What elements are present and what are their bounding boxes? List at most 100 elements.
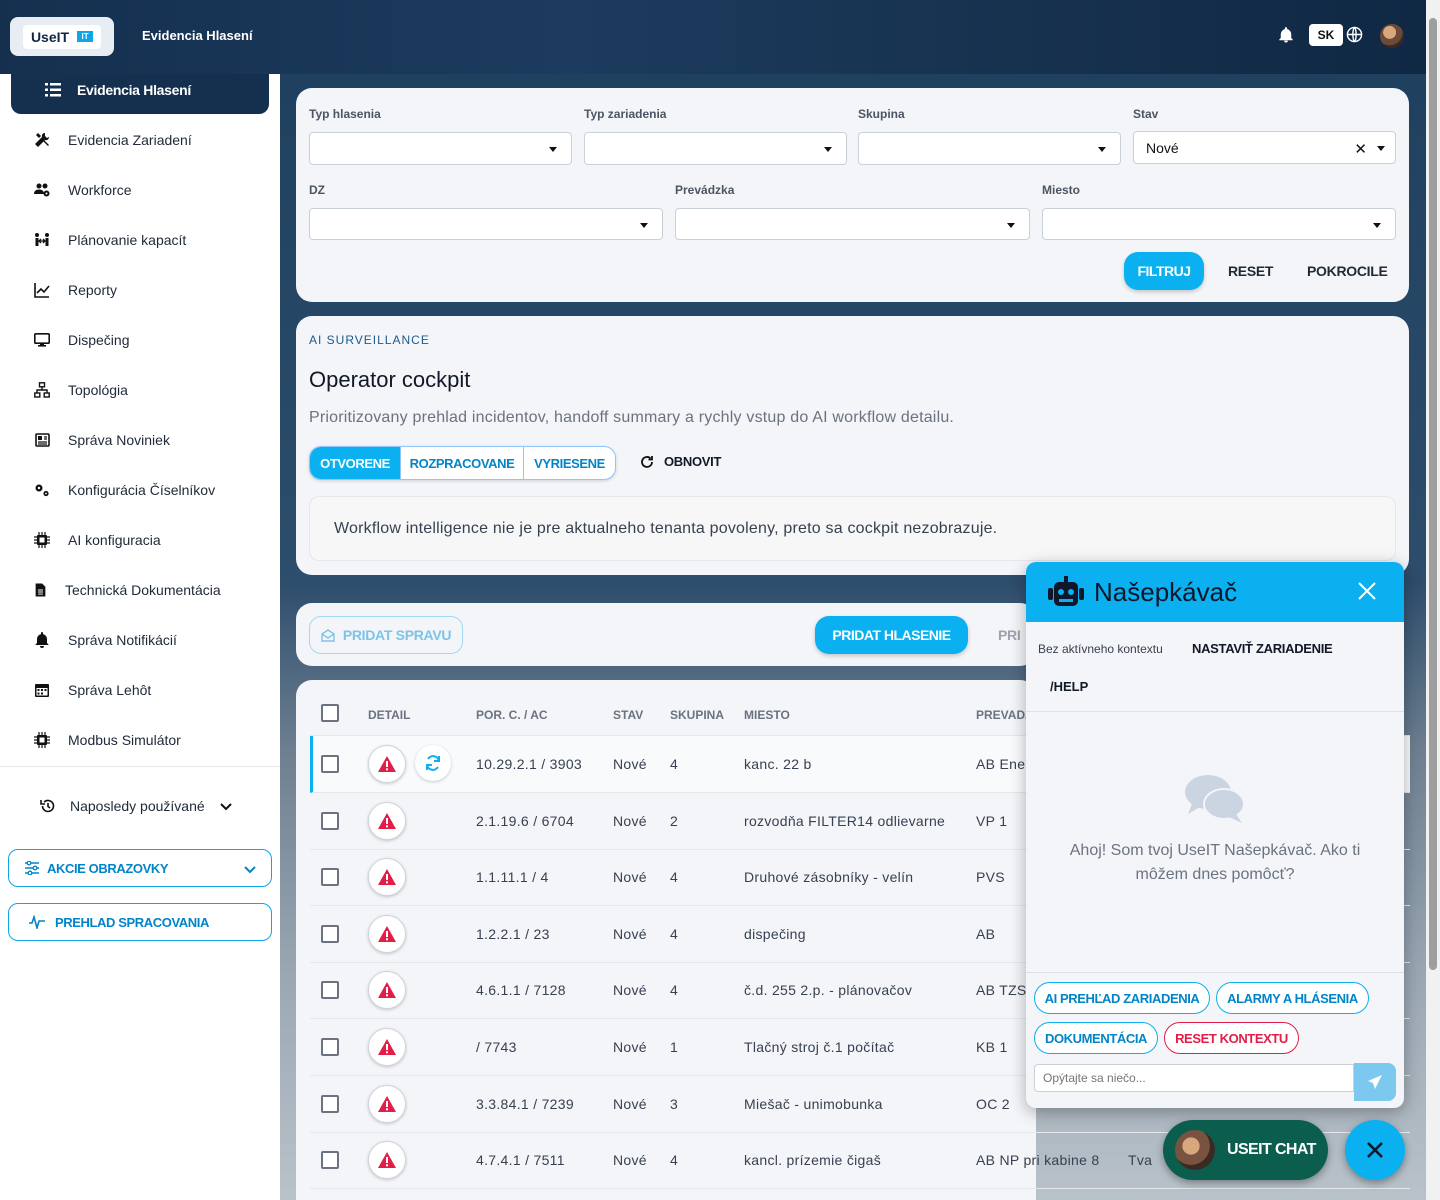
cell-miesto: rozvodňa FILTER14 odlievarne bbox=[744, 813, 946, 829]
prevadzka-select[interactable] bbox=[675, 208, 1030, 240]
row-checkbox[interactable] bbox=[321, 868, 339, 886]
detail-button[interactable] bbox=[368, 1141, 406, 1179]
sidebar-item-sprava-lehot[interactable]: Správa Lehôt bbox=[34, 678, 151, 702]
recent-toggle[interactable]: Naposledy používané bbox=[40, 798, 233, 814]
row-checkbox[interactable] bbox=[321, 1151, 339, 1169]
close-icon bbox=[1367, 1142, 1383, 1158]
filter-button[interactable]: FILTRUJ bbox=[1124, 252, 1204, 290]
col-stav[interactable]: STAV bbox=[613, 708, 643, 722]
col-prevadzka[interactable]: PREVADZ bbox=[976, 708, 1032, 722]
miesto-select[interactable] bbox=[1042, 208, 1396, 240]
globe-icon[interactable] bbox=[1346, 26, 1363, 43]
sync-button[interactable] bbox=[415, 745, 451, 781]
typ-zariadenia-select[interactable] bbox=[584, 132, 847, 165]
add-report-button[interactable]: PRIDAT HLASENIE bbox=[815, 616, 968, 654]
sidebar-item-evidencia-zariadeni[interactable]: Evidencia Zariadení bbox=[34, 128, 192, 152]
chat-close-fab[interactable] bbox=[1345, 1120, 1405, 1180]
sidebar-item-label: Evidencia Zariadení bbox=[68, 132, 192, 148]
truncated-button[interactable]: PRI bbox=[998, 627, 1021, 643]
skupina-select[interactable] bbox=[858, 132, 1121, 165]
sidebar-item-label: Správa Notifikácií bbox=[68, 632, 177, 648]
detail-button[interactable] bbox=[368, 915, 406, 953]
help-command[interactable]: /HELP bbox=[1050, 679, 1088, 694]
detail-button[interactable] bbox=[368, 745, 406, 783]
language-switch[interactable]: SK bbox=[1309, 24, 1343, 46]
cell-stav: Nové bbox=[613, 926, 647, 942]
advanced-button[interactable]: POKROCILE bbox=[1307, 263, 1388, 279]
sidebar-item-reporty[interactable]: Reporty bbox=[34, 278, 117, 302]
detail-button[interactable] bbox=[368, 1085, 406, 1123]
notifications-bell-icon[interactable] bbox=[1277, 26, 1295, 44]
page-scrollbar[interactable] bbox=[1426, 0, 1440, 1200]
sidebar: Evidencia Hlasení Evidencia Zariadení Wo… bbox=[0, 74, 280, 1200]
sidebar-item-modbus-simulator[interactable]: Modbus Simulátor bbox=[34, 728, 181, 752]
processing-overview-button[interactable]: PREHLAD SPRACOVANIA bbox=[8, 903, 272, 941]
user-avatar[interactable] bbox=[1380, 24, 1404, 48]
set-device-button[interactable]: NASTAVIŤ ZARIADENIE bbox=[1192, 641, 1333, 656]
cell-prevadzka: AB Ene bbox=[976, 756, 1026, 772]
add-message-button[interactable]: PRIDAT SPRAVU bbox=[309, 616, 463, 654]
send-button[interactable] bbox=[1354, 1063, 1396, 1101]
cogs-icon bbox=[35, 484, 49, 497]
logo-badge: IT bbox=[77, 31, 94, 42]
tab-vyriesene[interactable]: VYRIESENE bbox=[524, 447, 615, 479]
row-checkbox[interactable] bbox=[321, 1038, 339, 1056]
cell-miesto: Druhové zásobníky - velín bbox=[744, 869, 914, 885]
row-checkbox[interactable] bbox=[321, 981, 339, 999]
cell-por-ac: 4.6.1.1 / 7128 bbox=[476, 982, 566, 998]
sidebar-item-topologia[interactable]: Topológia bbox=[34, 378, 128, 402]
clear-icon[interactable]: ✕ bbox=[1354, 140, 1367, 158]
sync-icon bbox=[426, 755, 440, 771]
chat-input[interactable] bbox=[1034, 1064, 1354, 1092]
row-checkbox[interactable] bbox=[321, 755, 339, 773]
useit-chat-launcher[interactable]: USEIT CHAT bbox=[1163, 1120, 1328, 1180]
tab-otvorene[interactable]: OTVORENE bbox=[310, 447, 401, 479]
detail-button[interactable] bbox=[368, 802, 406, 840]
sidebar-item-sprava-notifikacii[interactable]: Správa Notifikácií bbox=[34, 628, 177, 652]
warning-icon bbox=[378, 869, 396, 885]
dz-select[interactable] bbox=[309, 208, 663, 240]
logo[interactable]: UseIT IT bbox=[10, 17, 114, 56]
screen-actions-button[interactable]: AKCIE OBRAZOVKY bbox=[8, 849, 272, 887]
sidebar-item-dispecing[interactable]: Dispečing bbox=[34, 328, 129, 352]
col-skupina[interactable]: SKUPINA bbox=[670, 708, 724, 722]
detail-button[interactable] bbox=[368, 1028, 406, 1066]
close-icon[interactable] bbox=[1356, 580, 1378, 602]
chip-documentation[interactable]: DOKUMENTÁCIA bbox=[1034, 1022, 1158, 1054]
row-checkbox[interactable] bbox=[321, 1095, 339, 1113]
detail-button[interactable] bbox=[368, 858, 406, 896]
typ-hlasenia-select[interactable] bbox=[309, 132, 572, 165]
sidebar-item-label: Technická Dokumentácia bbox=[65, 582, 221, 598]
scroll-thumb[interactable] bbox=[1429, 18, 1437, 970]
tab-rozpracovane[interactable]: ROZPRACOVANE bbox=[401, 447, 524, 479]
col-detail[interactable]: DETAIL bbox=[368, 708, 410, 722]
chip-reset-context[interactable]: RESET KONTEXTU bbox=[1164, 1022, 1299, 1054]
sidebar-item-sprava-noviniek[interactable]: Správa Noviniek bbox=[34, 428, 170, 452]
processing-overview-label: PREHLAD SPRACOVANIA bbox=[55, 914, 209, 930]
sidebar-item-technicka-dokumentacia[interactable]: Technická Dokumentácia bbox=[34, 578, 221, 602]
dz-label: DZ bbox=[309, 183, 325, 197]
col-por-ac[interactable]: POR. C. / AC bbox=[476, 708, 548, 722]
col-miesto[interactable]: MIESTO bbox=[744, 708, 790, 722]
chat-divider bbox=[1026, 972, 1404, 973]
chip-alarms-reports[interactable]: ALARMY A HLÁSENIA bbox=[1216, 982, 1369, 1014]
cell-stav: Nové bbox=[613, 1096, 647, 1112]
reset-button[interactable]: RESET bbox=[1228, 263, 1273, 279]
select-all-checkbox[interactable] bbox=[321, 704, 339, 722]
chevron-down-icon bbox=[219, 803, 232, 811]
cell-stav: Nové bbox=[613, 869, 647, 885]
sidebar-item-konfiguracia-ciselnikov[interactable]: Konfigurácia Číselníkov bbox=[34, 478, 215, 502]
chat-title: Našepkávač bbox=[1094, 577, 1238, 607]
sidebar-item-planovanie-kapacit[interactable]: Plánovanie kapacít bbox=[34, 228, 186, 252]
stav-select[interactable]: Nové ✕ bbox=[1133, 131, 1396, 164]
row-checkbox[interactable] bbox=[321, 812, 339, 830]
refresh-button[interactable]: OBNOVIT bbox=[640, 454, 721, 469]
sidebar-item-ai-konfiguracia[interactable]: AI konfiguracia bbox=[34, 528, 161, 552]
cell-por-ac: 4.7.4.1 / 7511 bbox=[476, 1152, 565, 1168]
chip-ai-device-overview[interactable]: AI PREHĽAD ZARIADENIA bbox=[1034, 982, 1210, 1014]
row-checkbox[interactable] bbox=[321, 925, 339, 943]
tools-icon bbox=[35, 132, 50, 147]
sidebar-item-workforce[interactable]: Workforce bbox=[34, 178, 132, 202]
detail-button[interactable] bbox=[368, 971, 406, 1009]
sidebar-item-evidencia-hlaseni[interactable]: Evidencia Hlasení bbox=[11, 74, 269, 114]
